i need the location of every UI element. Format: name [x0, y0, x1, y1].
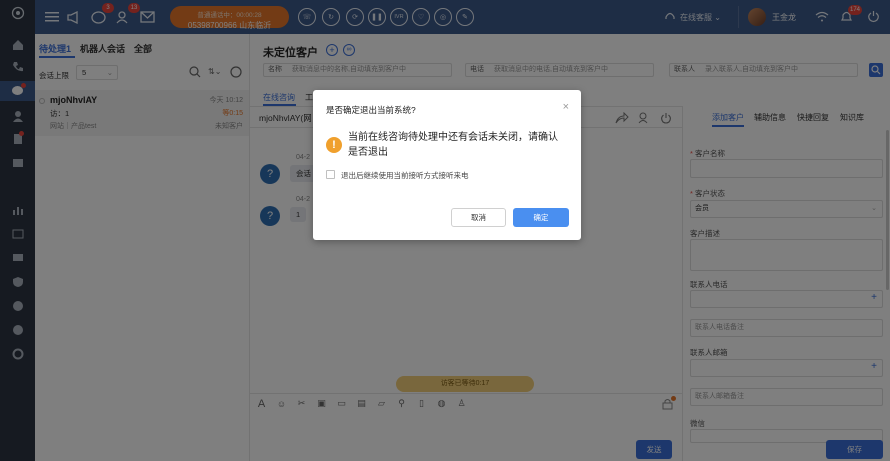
dialog-message: 当前在线咨询待处理中还有会话未关闭，请确认是否退出 — [348, 132, 558, 158]
dialog-title: 是否确定退出当前系统? — [326, 105, 416, 115]
warning-icon: ! — [326, 137, 342, 153]
cancel-button[interactable]: 取消 — [451, 208, 506, 227]
confirm-button[interactable]: 确定 — [513, 208, 569, 227]
continue-checkbox[interactable] — [326, 170, 335, 179]
checkbox-label[interactable]: 退出后继续使用当前接听方式接听来电 — [341, 170, 469, 181]
confirm-dialog: 是否确定退出当前系统? × ! 当前在线咨询待处理中还有会话未关闭，请确认是否退… — [313, 90, 581, 240]
close-icon[interactable]: × — [563, 101, 569, 113]
